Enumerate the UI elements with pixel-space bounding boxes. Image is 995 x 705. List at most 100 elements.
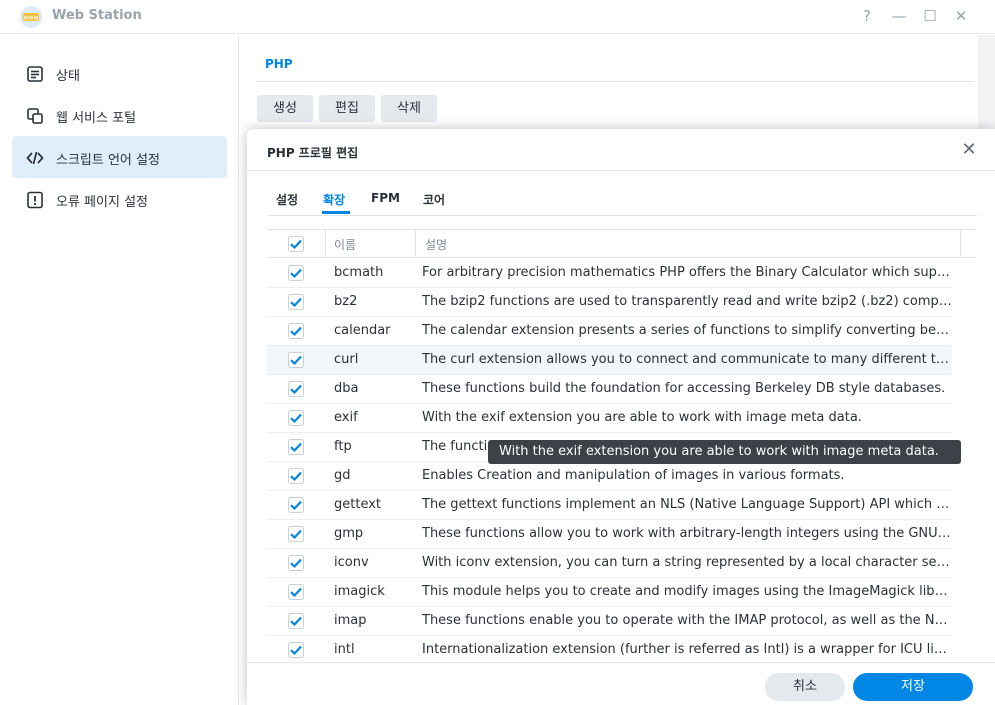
extension-name: calendar bbox=[334, 323, 391, 338]
extension-name: exif bbox=[334, 410, 358, 425]
table-row[interactable]: gd Enables Creation and manipulation of i… bbox=[267, 462, 952, 491]
tab-php[interactable]: PHP bbox=[265, 57, 293, 71]
row-checkbox[interactable] bbox=[288, 439, 304, 455]
table-row[interactable]: bcmath For arbitrary precision mathematic… bbox=[267, 259, 952, 288]
row-checkbox[interactable] bbox=[288, 352, 304, 368]
tab-extensions[interactable]: 확장 bbox=[323, 191, 345, 208]
tab-fpm[interactable]: FPM bbox=[371, 191, 400, 205]
help-icon[interactable]: ? bbox=[858, 7, 876, 25]
create-button[interactable]: 생성 bbox=[257, 95, 313, 122]
sidebar-item-status[interactable]: 상태 bbox=[12, 52, 227, 94]
extension-name: dba bbox=[334, 381, 359, 396]
extension-name: iconv bbox=[334, 555, 369, 570]
extension-name: intl bbox=[334, 642, 355, 657]
save-button[interactable]: 저장 bbox=[853, 673, 973, 701]
row-checkbox[interactable] bbox=[288, 497, 304, 513]
table-row[interactable]: gmp These functions allow you to work wit… bbox=[267, 520, 952, 549]
sidebar-item-label: 오류 페이지 설정 bbox=[56, 195, 148, 210]
table-row[interactable]: bz2 The bzip2 functions are used to trans… bbox=[267, 288, 952, 317]
status-icon bbox=[27, 66, 43, 82]
extension-description: These functions allow you to work with a… bbox=[422, 526, 952, 541]
extension-name: curl bbox=[334, 352, 359, 367]
row-checkbox[interactable] bbox=[288, 613, 304, 629]
code-icon bbox=[26, 151, 44, 165]
row-checkbox[interactable] bbox=[288, 294, 304, 310]
cancel-button[interactable]: 취소 bbox=[765, 673, 845, 701]
row-checkbox[interactable] bbox=[288, 323, 304, 339]
table-row[interactable]: dba These functions build the foundation … bbox=[267, 375, 952, 404]
divider bbox=[257, 81, 974, 82]
extension-name: gmp bbox=[334, 526, 364, 541]
extension-description: The bzip2 functions are used to transpar… bbox=[422, 294, 952, 309]
extension-description: These functions build the foundation for… bbox=[422, 381, 946, 396]
extension-description: These functions enable you to operate wi… bbox=[422, 613, 952, 628]
dialog-title: PHP 프로필 편집 bbox=[267, 146, 359, 160]
row-checkbox[interactable] bbox=[288, 410, 304, 426]
tooltip: With the exif extension you are able to … bbox=[488, 440, 961, 464]
table-row[interactable]: calendar The calendar extension presents … bbox=[267, 317, 952, 346]
extension-name: gettext bbox=[334, 497, 382, 512]
web-portal-icon bbox=[27, 108, 43, 124]
extension-name: imagick bbox=[334, 584, 385, 599]
extension-name: gd bbox=[334, 468, 351, 483]
column-separator bbox=[960, 230, 961, 258]
close-icon[interactable]: ✕ bbox=[960, 141, 978, 159]
table-row[interactable]: iconv With iconv extension, you can turn … bbox=[267, 549, 952, 578]
extension-description: The curl extension allows you to connect… bbox=[422, 352, 952, 367]
tab-core[interactable]: 코어 bbox=[423, 191, 445, 208]
tab-settings[interactable]: 설정 bbox=[276, 191, 298, 208]
sidebar-item-label: 상태 bbox=[56, 69, 80, 84]
extension-description: The calendar extension presents a series… bbox=[422, 323, 952, 338]
sidebar-item-error-page[interactable]: 오류 페이지 설정 bbox=[12, 178, 227, 220]
extension-name: ftp bbox=[334, 439, 352, 454]
extension-name: bcmath bbox=[334, 265, 384, 280]
table-row[interactable]: imap These functions enable you to operat… bbox=[267, 607, 952, 636]
table-row[interactable]: imagick This module helps you to create a… bbox=[267, 578, 952, 607]
row-checkbox[interactable] bbox=[288, 642, 304, 658]
row-checkbox[interactable] bbox=[288, 584, 304, 600]
row-checkbox[interactable] bbox=[288, 381, 304, 397]
divider bbox=[247, 170, 995, 171]
maximize-icon[interactable]: ☐ bbox=[921, 7, 939, 25]
svg-text:www: www bbox=[24, 15, 39, 22]
table-row[interactable]: intl Internationalization extension (furt… bbox=[267, 636, 952, 661]
sidebar-item-script-language[interactable]: 스크립트 언어 설정 bbox=[12, 136, 227, 178]
column-separator bbox=[415, 230, 416, 258]
extension-description: Enables Creation and manipulation of ima… bbox=[422, 468, 845, 483]
row-checkbox[interactable] bbox=[288, 265, 304, 281]
column-separator bbox=[325, 230, 326, 258]
table-row[interactable]: curl The curl extension allows you to con… bbox=[267, 346, 952, 375]
edit-button[interactable]: 편집 bbox=[319, 95, 375, 122]
extension-name: bz2 bbox=[334, 294, 358, 309]
column-header-name[interactable]: 이름 bbox=[334, 236, 356, 253]
close-window-icon[interactable]: ✕ bbox=[952, 7, 970, 25]
active-tab-indicator bbox=[322, 211, 350, 214]
row-checkbox[interactable] bbox=[288, 468, 304, 484]
extension-description: With iconv extension, you can turn a str… bbox=[422, 555, 952, 570]
row-checkbox[interactable] bbox=[288, 526, 304, 542]
minimize-icon[interactable]: — bbox=[890, 7, 908, 25]
extension-name: imap bbox=[334, 613, 367, 628]
divider bbox=[247, 662, 995, 663]
table-header: 이름 설명 bbox=[267, 230, 976, 258]
column-header-description[interactable]: 설명 bbox=[425, 236, 447, 253]
divider bbox=[267, 215, 977, 216]
title-bar: www Web Station ? — ☐ ✕ bbox=[0, 0, 995, 34]
sidebar-item-label: 웹 서비스 포털 bbox=[56, 111, 137, 126]
extension-description: This module helps you to create and modi… bbox=[422, 584, 952, 599]
select-all-checkbox[interactable] bbox=[288, 236, 304, 252]
sidebar-item-web-portal[interactable]: 웹 서비스 포털 bbox=[12, 94, 227, 136]
row-checkbox[interactable] bbox=[288, 555, 304, 571]
table-row[interactable]: gettext The gettext functions implement a… bbox=[267, 491, 952, 520]
table-row[interactable]: exif With the exif extension you are able… bbox=[267, 404, 952, 433]
extension-description: Internationalization extension (further … bbox=[422, 642, 952, 657]
background-scrollbar bbox=[978, 35, 995, 135]
error-icon bbox=[27, 191, 43, 209]
web-station-logo-icon: www bbox=[20, 6, 42, 28]
delete-button[interactable]: 삭제 bbox=[381, 95, 437, 122]
extension-description: The gettext functions implement an NLS (… bbox=[422, 497, 952, 512]
extension-description: With the exif extension you are able to … bbox=[422, 410, 862, 425]
edit-php-profile-dialog: PHP 프로필 편집 ✕ 설정 확장 FPM 코어 이름 설명 bcmath Fo… bbox=[247, 129, 995, 705]
extension-description: For arbitrary precision mathematics PHP … bbox=[422, 265, 952, 280]
app-title: Web Station bbox=[52, 8, 142, 23]
